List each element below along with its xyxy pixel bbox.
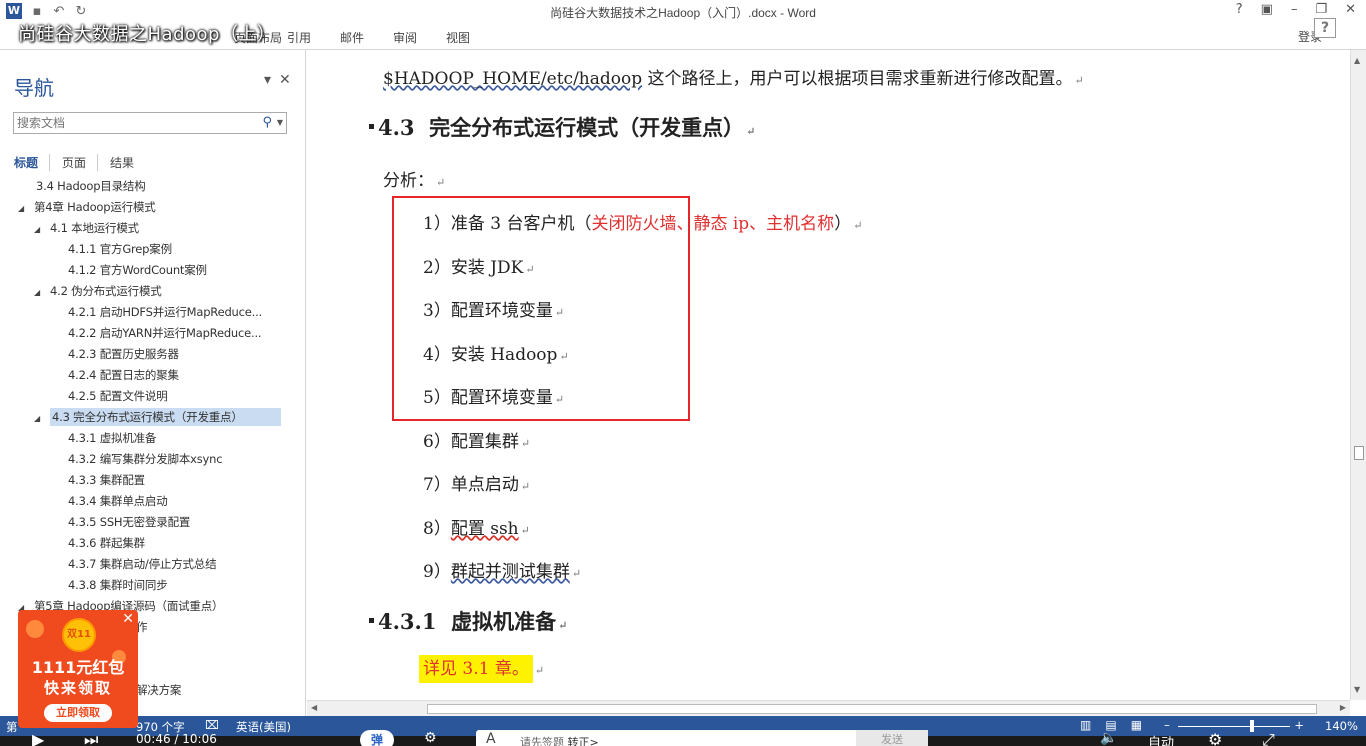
document-body[interactable]: $HADOOP_HOME/etc/hadoop 这个路径上，用户可以根据项目需求… [307,50,1350,700]
analysis-label: 分析： ↵ [383,171,446,191]
nav-item[interactable]: 4.3.2 编写集群分发脚本xsync [68,449,223,469]
step-item: 7）单点启动 ↵ [423,475,531,495]
nav-item[interactable]: 4.3.3 集群配置 [68,470,145,490]
nav-options-dropdown-icon[interactable]: ▾ [264,72,271,88]
nav-tab-pages[interactable]: 页面 [62,154,99,171]
bullet-square-icon [369,124,374,129]
help-icon[interactable]: ? [1236,2,1243,17]
nav-search-input[interactable] [14,113,244,133]
nav-tab-headings[interactable]: 标题 [14,154,51,171]
restore-icon[interactable]: ❐ [1315,2,1327,17]
nav-item[interactable]: 4.3.1 虚拟机准备 [68,428,156,448]
ad-subtitle: 快来领取 [43,679,112,697]
help-button[interactable]: ? [1314,18,1336,38]
nav-item[interactable]: 4.2.4 配置日志的聚集 [68,365,179,385]
nav-item[interactable]: 4.3.7 集群启动/停止方式总结 [68,554,217,574]
nav-close-icon[interactable]: ✕ [279,72,291,88]
danmu-settings-icon[interactable]: ⚙ [424,730,437,746]
nav-item[interactable]: 4.2.3 配置历史服务器 [68,344,179,364]
volume-icon[interactable]: 🔈 [1100,730,1117,746]
danmu-toggle-button[interactable]: 弹 [360,730,394,746]
close-icon[interactable]: ✕ [1345,2,1356,17]
expand-arrow-icon[interactable]: ◢ [34,409,50,429]
nav-pane-title: 导航 [14,76,54,100]
coin-icon: 双11 [62,618,96,652]
expand-arrow-icon[interactable]: ◢ [34,283,50,303]
playback-time: 00:46 / 10:06 [136,732,217,746]
danmu-link[interactable]: 转正> [568,736,599,746]
highlighted-note: 详见 3.1 章。 ↵ [419,654,544,683]
scroll-thumb[interactable] [1354,446,1364,460]
tab-view[interactable]: 视图 [446,29,499,46]
paragraph-mark-icon: ↵ [1074,74,1084,87]
expand-arrow-icon[interactable]: ◢ [34,220,50,240]
video-title: 尚硅谷大数据之Hadoop（上） [18,24,276,45]
nav-item[interactable]: 4.2.5 配置文件说明 [68,386,168,406]
scroll-right-icon[interactable]: ▶ [1340,703,1346,712]
nav-item[interactable]: 4.3.5 SSH无密登录配置 [68,512,190,532]
red-annotation-box [392,196,690,421]
nav-item[interactable]: 4.3.4 集群单点启动 [68,491,168,511]
tab-references[interactable]: 引用 [287,29,340,46]
send-danmu-button[interactable]: 发送 [856,730,928,746]
promo-ad[interactable]: ✕ 双11 1111元红包 快来领取 立即领取 [18,610,138,728]
heading-4-3: 4.3 完全分布式运行模式（开发重点） ↵ [369,112,755,142]
bullet-square-icon [369,618,374,623]
nav-search-box[interactable]: ⚲ ▼ [13,112,287,134]
document-title: 尚硅谷大数据技术之Hadoop（入门）.docx - Word [550,6,816,20]
vertical-scrollbar[interactable]: ▲ ▼ [1350,50,1366,700]
tab-review[interactable]: 审阅 [393,29,446,46]
ad-claim-button[interactable]: 立即领取 [44,704,112,722]
expand-arrow-icon[interactable]: ◢ [18,199,34,219]
nav-tabs: 标题 页面 结果 [14,154,157,171]
doc-paragraph: $HADOOP_HOME/etc/hadoop 这个路径上，用户可以根据项目需求… [383,69,1084,89]
horizontal-scrollbar[interactable]: ◀ ▶ [307,700,1350,716]
scroll-up-icon[interactable]: ▲ [1354,56,1360,65]
nav-item[interactable]: 4.2.1 启动HDFS并运行MapReduce... [68,302,262,322]
nav-item[interactable]: 4.3.8 集群时间同步 [68,575,168,595]
scroll-left-icon[interactable]: ◀ [311,703,317,712]
text-style-icon[interactable]: A [486,731,496,746]
nav-item[interactable]: 解决方案 [136,680,181,700]
nav-item[interactable]: 3.4 Hadoop目录结构 [36,176,146,196]
step-item: 6）配置集群 ↵ [423,432,531,452]
play-icon[interactable]: ▶ [32,730,44,746]
play-triangle-icon [1294,631,1312,655]
step-item: 9）群起并测试集群 ↵ [423,562,582,582]
settings-gear-icon[interactable]: ⚙ [1208,730,1222,746]
nav-item-current[interactable]: ◢ 4.3 完全分布式运行模式（开发重点） [34,407,281,427]
video-player-controls: ▶ ⏭ 00:46 / 10:06 弹 ⚙ A 请先签题 转正> 发送 🔈 自动… [0,726,1366,746]
ad-close-icon[interactable]: ✕ [122,611,134,627]
step-item: 8）配置 ssh ↵ [423,519,530,539]
danmu-placeholder: 请先签题 [520,736,564,746]
scroll-down-icon[interactable]: ▼ [1354,685,1360,694]
next-icon[interactable]: ⏭ [84,730,98,746]
nav-item[interactable]: ◢ 第4章 Hadoop运行模式 [18,197,156,217]
nav-item[interactable]: 4.1.2 官方WordCount案例 [68,260,207,280]
hscroll-thumb[interactable] [427,704,1317,714]
heading-4-3-1: 4.3.1 虚拟机准备 ↵ [369,606,567,636]
ribbon-display-icon[interactable]: ▣ [1261,2,1273,17]
nav-item[interactable]: 4.1.1 官方Grep案例 [68,239,172,259]
coin-decoration-icon [26,620,44,638]
nav-tab-results[interactable]: 结果 [110,154,145,171]
nav-item[interactable]: 4.2.2 启动YARN并运行MapReduce... [68,323,262,343]
minimize-icon[interactable]: – [1291,2,1298,17]
search-dropdown-icon[interactable]: ▼ [277,118,283,127]
nav-item[interactable]: ◢ 4.2 伪分布式运行模式 [34,281,162,301]
quality-auto[interactable]: 自动 [1148,732,1174,746]
big-play-button[interactable] [1270,614,1330,668]
nav-item[interactable]: 4.3.6 群起集群 [68,533,145,553]
tab-mailings[interactable]: 邮件 [340,29,393,46]
fullscreen-icon[interactable]: ⤢ [1262,730,1275,746]
ad-amount: 1111元红包 [31,658,125,677]
window-controls: ? ▣ – ❐ ✕ [1236,2,1356,17]
search-icon[interactable]: ⚲ [262,115,272,130]
nav-item[interactable]: ◢ 4.1 本地运行模式 [34,218,139,238]
